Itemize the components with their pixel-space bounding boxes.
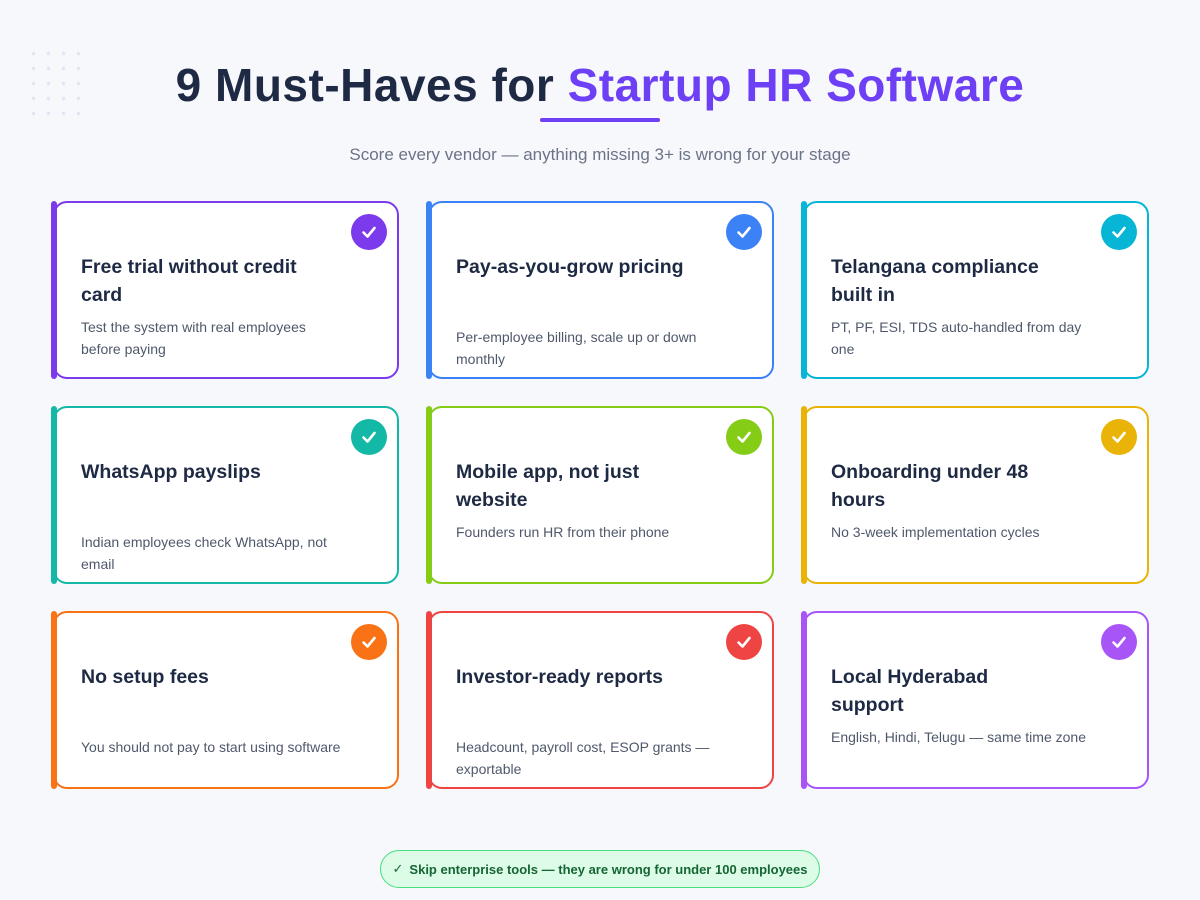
feature-card: Telangana compliance built in PT, PF, ESI… bbox=[801, 201, 1149, 379]
card-accent-bar bbox=[801, 611, 807, 789]
card-accent-bar bbox=[801, 406, 807, 584]
card-description: You should not pay to start using softwa… bbox=[81, 739, 341, 755]
card-accent-bar bbox=[426, 611, 432, 789]
card-description: Indian employees check WhatsApp, not ema… bbox=[81, 534, 327, 572]
card-title: Pay-as-you-grow pricing bbox=[456, 256, 684, 278]
card-title: Free trial without credit card bbox=[81, 256, 297, 306]
card-title: Local Hyderabad support bbox=[831, 666, 989, 716]
check-icon bbox=[1101, 419, 1137, 455]
feature-card: Onboarding under 48 hours No 3-week imple… bbox=[801, 406, 1149, 584]
feature-card: Investor-ready reports Headcount, payroll… bbox=[426, 611, 774, 789]
card-title: Mobile app, not just website bbox=[456, 461, 640, 511]
feature-card: No setup fees You should not pay to start… bbox=[51, 611, 399, 789]
card-description: Headcount, payroll cost, ESOP grants — e… bbox=[456, 739, 710, 777]
card-title: Telangana compliance built in bbox=[831, 256, 1039, 306]
card-description: PT, PF, ESI, TDS auto-handled from day o… bbox=[831, 319, 1082, 357]
check-icon bbox=[351, 419, 387, 455]
card-accent-bar bbox=[51, 611, 57, 789]
page-title: 9 Must-Haves for Startup HR Software bbox=[0, 58, 1200, 112]
card-title: No setup fees bbox=[81, 666, 209, 688]
check-icon bbox=[726, 624, 762, 660]
footer-text: Skip enterprise tools — they are wrong f… bbox=[409, 861, 808, 877]
card-accent-bar bbox=[426, 201, 432, 379]
card-description: Test the system with real employees befo… bbox=[81, 319, 306, 357]
page-subtitle: Score every vendor — anything missing 3+… bbox=[349, 145, 851, 164]
card-description: Per-employee billing, scale up or down m… bbox=[456, 329, 697, 367]
card-accent-bar bbox=[426, 406, 432, 584]
card-description: No 3-week implementation cycles bbox=[831, 524, 1040, 540]
footer-check-icon: ✓ bbox=[392, 861, 404, 876]
check-icon bbox=[351, 624, 387, 660]
check-icon bbox=[726, 419, 762, 455]
check-icon bbox=[351, 214, 387, 250]
feature-card: Local Hyderabad support English, Hindi, T… bbox=[801, 611, 1149, 789]
feature-card: Free trial without credit card Test the s… bbox=[51, 201, 399, 379]
footer-banner: ✓ Skip enterprise tools — they are wrong… bbox=[380, 850, 820, 888]
check-icon bbox=[1101, 624, 1137, 660]
card-accent-bar bbox=[51, 406, 57, 584]
card-description: Founders run HR from their phone bbox=[456, 524, 670, 540]
check-icon bbox=[726, 214, 762, 250]
card-description: English, Hindi, Telugu — same time zone bbox=[831, 729, 1086, 745]
card-accent-bar bbox=[801, 201, 807, 379]
card-title: Onboarding under 48 hours bbox=[831, 461, 1029, 511]
feature-card: WhatsApp payslips Indian employees check … bbox=[51, 406, 399, 584]
title-underline bbox=[540, 118, 660, 122]
card-title: WhatsApp payslips bbox=[81, 461, 261, 483]
check-icon bbox=[1101, 214, 1137, 250]
title-prefix: 9 Must-Haves for bbox=[175, 59, 568, 111]
card-title: Investor-ready reports bbox=[456, 666, 663, 688]
feature-card: Pay-as-you-grow pricing Per-employee bill… bbox=[426, 201, 774, 379]
feature-card: Mobile app, not just website Founders run… bbox=[426, 406, 774, 584]
title-accent: Startup HR Software bbox=[567, 59, 1025, 111]
card-accent-bar bbox=[51, 201, 57, 379]
